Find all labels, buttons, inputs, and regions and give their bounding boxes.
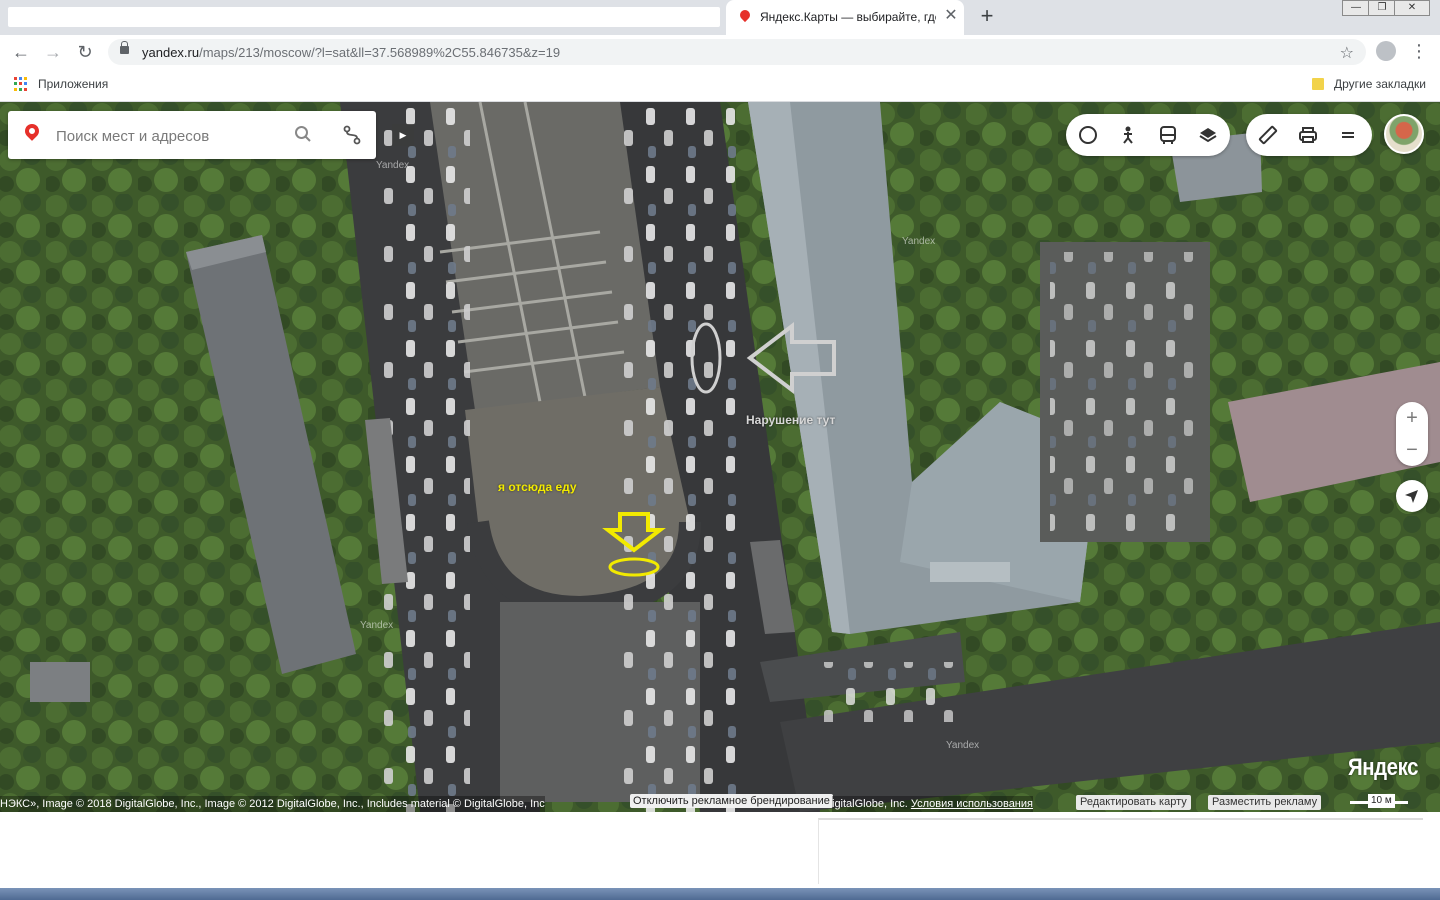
violation-ellipse xyxy=(690,322,722,394)
copyright-bar: НЭКС», Image © 2018 DigitalGlobe, Inc., … xyxy=(0,796,545,812)
apps-grid-icon[interactable] xyxy=(14,77,28,91)
copyright-text: НЭКС», Image © 2018 DigitalGlobe, Inc., … xyxy=(0,798,545,810)
panel-collapse-button[interactable]: ▶ xyxy=(392,124,414,146)
minimize-button[interactable]: — xyxy=(1342,0,1370,16)
pedestrian-icon xyxy=(1123,126,1133,144)
apps-bookmark[interactable]: Приложения xyxy=(38,77,108,91)
user-avatar[interactable] xyxy=(1384,114,1424,154)
violation-arrow xyxy=(746,321,836,395)
origin-arrow xyxy=(602,512,666,553)
zoom-out-button[interactable]: − xyxy=(1396,434,1428,466)
yandex-logo: Яндекс xyxy=(1348,754,1419,781)
yandex-maps-logo-icon xyxy=(22,121,42,141)
bookmark-star-icon[interactable]: ☆ xyxy=(1340,43,1354,63)
maximize-button[interactable]: ❐ xyxy=(1368,0,1396,16)
search-icon[interactable] xyxy=(294,125,312,143)
menu-button[interactable] xyxy=(1328,114,1368,156)
origin-ellipse xyxy=(608,557,660,577)
watermark: Yandex xyxy=(360,620,394,631)
zoom-in-button[interactable]: + xyxy=(1396,402,1428,434)
scale-label: 10 м xyxy=(1368,794,1395,808)
map-tools-controls xyxy=(1246,114,1372,156)
bookmarks-bar: Приложения Другие закладки xyxy=(0,69,1440,102)
disable-branding-button[interactable]: Отключить рекламное брендирование xyxy=(630,794,833,808)
tab-close-icon[interactable]: ✕ xyxy=(942,7,960,25)
tab-inactive[interactable] xyxy=(8,7,720,27)
lock-icon xyxy=(120,41,129,54)
advertise-link[interactable]: Разместить рекламу xyxy=(1208,795,1322,810)
route-icon[interactable] xyxy=(342,125,362,145)
navigation-arrow-icon xyxy=(1405,490,1418,503)
terms-link[interactable]: Условия использования xyxy=(911,798,1033,810)
violation-label: Нарушение тут xyxy=(746,413,836,427)
copyright-tail: igitalGlobe, Inc. xyxy=(832,798,908,810)
geolocation-button[interactable] xyxy=(1396,480,1428,512)
tab-title: Яндекс.Карты — выбирайте, где xyxy=(760,10,936,24)
transit-icon xyxy=(1160,126,1176,144)
other-bookmarks[interactable]: Другие закладки xyxy=(1334,77,1426,91)
zoom-controls: + − xyxy=(1396,402,1428,466)
scale-bar: 10 м xyxy=(1350,794,1410,808)
reload-button[interactable]: ↻ xyxy=(74,41,96,63)
ruler-button[interactable] xyxy=(1248,114,1288,156)
folder-icon xyxy=(1312,78,1324,90)
watermark: Yandex xyxy=(376,160,410,171)
layers-icon xyxy=(1199,128,1217,143)
map-layers-controls xyxy=(1066,114,1230,156)
map-view[interactable]: Нарушение тут я отсюда еду Yandex Yandex… xyxy=(0,102,1440,812)
forward-button[interactable]: → xyxy=(42,41,64,63)
blank-panel xyxy=(818,818,1423,884)
window-close-button[interactable]: ✕ xyxy=(1394,0,1430,16)
tab-yandex-maps[interactable]: Яндекс.Карты — выбирайте, где ✕ xyxy=(726,0,964,35)
yandex-maps-favicon-icon xyxy=(737,7,753,23)
profile-avatar-icon[interactable] xyxy=(1376,41,1396,61)
search-panel xyxy=(8,111,376,159)
print-icon xyxy=(1299,127,1317,143)
menu-icon xyxy=(1342,132,1354,138)
tab-strip: Яндекс.Карты — выбирайте, где ✕ + — ❐ ✕ xyxy=(0,0,1440,35)
origin-label: я отсюда еду xyxy=(498,480,577,494)
browser-menu-icon[interactable]: ⋮ xyxy=(1410,40,1428,62)
url-host: yandex.ru xyxy=(142,45,200,60)
browser-toolbar: ← → ↻ yandex.ru/maps/213/moscow/?l=sat&l… xyxy=(0,35,1440,69)
panorama-button[interactable] xyxy=(1068,114,1108,156)
watermark: Yandex xyxy=(946,740,980,751)
os-taskbar xyxy=(0,888,1440,900)
edit-map-link[interactable]: Редактировать карту xyxy=(1076,795,1191,810)
print-button[interactable] xyxy=(1288,114,1328,156)
search-input[interactable] xyxy=(54,123,286,149)
copyright-tail-bar: igitalGlobe, Inc. Условия использования xyxy=(832,796,1033,812)
layers-button[interactable] xyxy=(1188,114,1228,156)
back-button[interactable]: ← xyxy=(10,41,32,63)
annotation-layer xyxy=(602,321,836,577)
url-text[interactable]: yandex.ru/maps/213/moscow/?l=sat&ll=37.5… xyxy=(142,45,560,60)
address-bar[interactable]: yandex.ru/maps/213/moscow/?l=sat&ll=37.5… xyxy=(108,39,1366,65)
transit-button[interactable] xyxy=(1148,114,1188,156)
ruler-icon xyxy=(1258,125,1278,145)
new-tab-button[interactable]: + xyxy=(976,5,998,27)
pedestrian-button[interactable] xyxy=(1108,114,1148,156)
panorama-icon xyxy=(1079,126,1097,144)
page-bottom xyxy=(0,812,1440,900)
url-path: /maps/213/moscow/?l=sat&ll=37.568989%2C5… xyxy=(199,45,561,60)
watermark: Yandex xyxy=(902,236,936,247)
